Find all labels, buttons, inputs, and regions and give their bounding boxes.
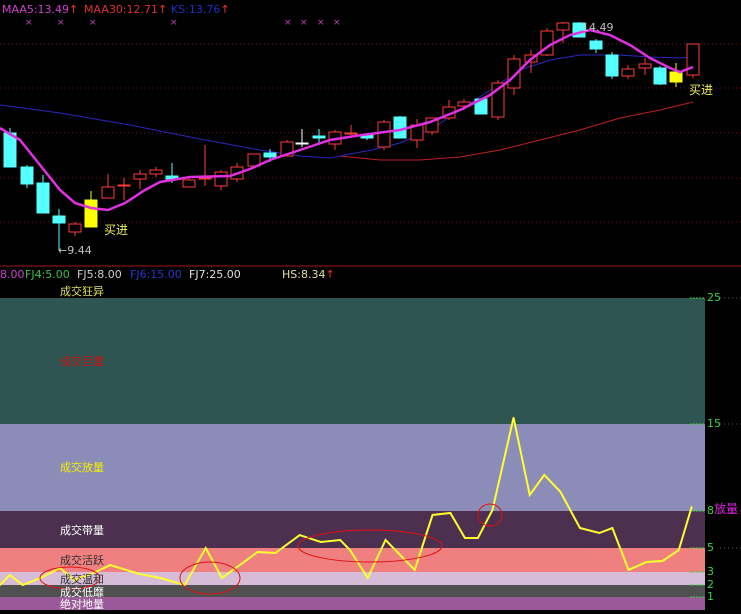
high-price-label: 14.49 xyxy=(582,21,614,34)
band-label: 绝对地量 xyxy=(60,598,104,611)
turnover-point xyxy=(645,561,648,563)
turnover-point xyxy=(339,539,342,541)
turnover-point xyxy=(238,564,241,566)
buy-signal-label: 买进 xyxy=(104,223,129,237)
y-tick-label: 25 xyxy=(707,291,721,304)
y-tick-label: 3 xyxy=(707,565,714,578)
turnover-point xyxy=(413,569,416,571)
turnover-point xyxy=(579,527,581,529)
legend-fj4: FJ4:5.00 xyxy=(25,268,70,281)
buy-signal-label: 买进 xyxy=(689,83,714,97)
turnover-point xyxy=(477,537,479,539)
legend-maa30: MAA30:12.71↑ xyxy=(84,3,168,16)
turnover-point xyxy=(431,514,434,516)
legend-hs: HS:8.34↑ xyxy=(282,268,335,281)
turnover-point xyxy=(159,577,162,579)
turnover-point xyxy=(512,416,515,419)
low-price-label: ←9.44 xyxy=(58,244,92,257)
legend-fj6: FJ6:15.00 xyxy=(130,268,182,281)
volume-chart xyxy=(0,297,741,598)
current-level-label: 放量 xyxy=(714,502,739,516)
legend-ks: KS:13.76↑ xyxy=(171,3,230,16)
turnover-point xyxy=(449,512,452,514)
y-tick-label: 8 xyxy=(707,504,714,517)
turnover-point xyxy=(221,577,223,579)
turnover-point xyxy=(464,537,466,539)
turnover-point xyxy=(611,527,614,529)
turnover-point xyxy=(491,509,494,511)
band-label: 成交带量 xyxy=(60,524,104,537)
turnover-point xyxy=(366,577,369,579)
y-tick-label: 5 xyxy=(707,541,714,554)
turnover-point xyxy=(559,491,562,493)
band-label: 成交巨量 xyxy=(60,355,104,368)
legend-maa5: MAA5:13.49↑ xyxy=(2,3,79,16)
highlight-ellipse xyxy=(297,529,443,563)
turnover-point xyxy=(543,474,546,476)
turnover-point xyxy=(319,541,322,543)
turnover-point xyxy=(598,532,601,534)
y-tick-label: 1 xyxy=(707,590,714,603)
turnover-point xyxy=(8,574,11,576)
turnover-point xyxy=(138,573,141,575)
turnover-point xyxy=(109,564,111,566)
turnover-point xyxy=(21,584,24,586)
turnover-point xyxy=(298,534,301,536)
turnover-point xyxy=(204,547,207,549)
turnover-point xyxy=(384,539,387,541)
legend-fj3: 8.00 xyxy=(0,268,25,281)
turnover-point xyxy=(690,505,693,508)
turnover-point xyxy=(627,569,630,571)
turnover-point xyxy=(661,560,664,562)
legend-fj5: FJ5:8.00 xyxy=(77,268,122,281)
turnover-point xyxy=(677,549,680,551)
cut-band-label: 成交狂异 xyxy=(60,285,104,298)
y-tick-label: 15 xyxy=(707,417,721,430)
turnover-point xyxy=(349,549,351,551)
band-label: 成交放量 xyxy=(60,461,104,474)
turnover-point xyxy=(256,551,259,553)
turnover-point xyxy=(528,494,531,496)
band-label: 成交活跃 xyxy=(60,554,104,567)
legend-fj7: FJ7:25.00 xyxy=(189,268,241,281)
turnover-point xyxy=(274,552,277,554)
